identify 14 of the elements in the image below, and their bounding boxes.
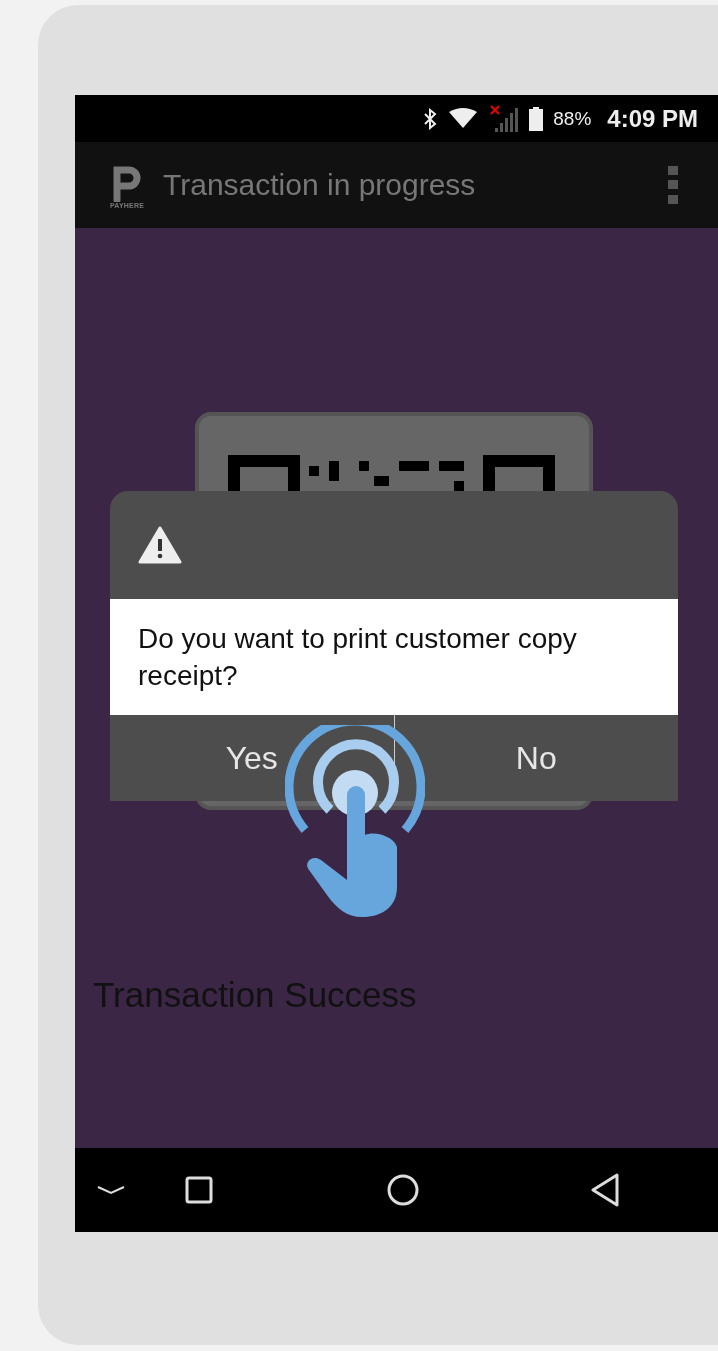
home-icon[interactable] xyxy=(387,1174,419,1206)
dialog-message: Do you want to print customer copy receipt? xyxy=(110,599,678,715)
battery-percent: 88% xyxy=(553,107,592,130)
no-signal-icon xyxy=(489,103,520,134)
back-icon[interactable] xyxy=(590,1173,620,1207)
wifi-icon xyxy=(447,107,480,130)
clock: 4:09 PM xyxy=(607,104,698,133)
battery-icon xyxy=(529,106,544,131)
chevron-down-icon[interactable] xyxy=(97,1185,125,1195)
screen-title: Transaction in progress xyxy=(163,168,477,202)
warning-icon xyxy=(138,526,182,564)
menu-icon[interactable] xyxy=(668,166,678,204)
bluetooth-icon xyxy=(423,107,438,130)
recents-icon[interactable] xyxy=(185,1176,213,1204)
